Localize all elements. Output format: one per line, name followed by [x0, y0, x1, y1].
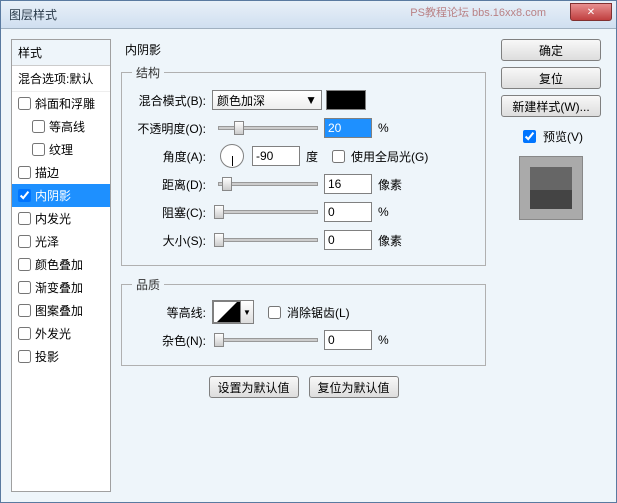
distance-slider[interactable] [218, 182, 318, 186]
style-item-5[interactable]: 内发光 [12, 207, 110, 230]
new-style-button[interactable]: 新建样式(W)... [501, 95, 601, 117]
opacity-slider[interactable] [218, 126, 318, 130]
choke-slider[interactable] [218, 210, 318, 214]
style-item-9[interactable]: 图案叠加 [12, 299, 110, 322]
contour-label: 等高线: [132, 304, 212, 321]
choke-unit: % [378, 205, 389, 219]
chevron-down-icon: ▼ [305, 93, 317, 107]
style-label: 纹理 [49, 141, 73, 158]
style-item-10[interactable]: 外发光 [12, 322, 110, 345]
style-checkbox[interactable] [18, 327, 31, 340]
angle-unit: 度 [306, 148, 318, 165]
chevron-down-icon: ▼ [241, 301, 253, 323]
settings-panel: 内阴影 结构 混合模式(B): 颜色加深 ▼ 不透明度(O): % [121, 39, 486, 492]
cancel-button[interactable]: 复位 [501, 67, 601, 89]
preview-checkbox[interactable]: 预览(V) [519, 127, 583, 146]
opacity-label: 不透明度(O): [132, 120, 212, 137]
contour-swatch [213, 301, 241, 323]
structure-legend: 结构 [132, 64, 164, 81]
style-checkbox[interactable] [18, 212, 31, 225]
color-swatch[interactable] [326, 90, 366, 110]
distance-label: 距离(D): [132, 176, 212, 193]
style-checkbox[interactable] [32, 143, 45, 156]
distance-input[interactable] [324, 174, 372, 194]
style-label: 内发光 [35, 210, 71, 227]
style-label: 斜面和浮雕 [35, 95, 95, 112]
style-label: 投影 [35, 348, 59, 365]
choke-label: 阻塞(C): [132, 204, 212, 221]
noise-input[interactable] [324, 330, 372, 350]
style-checkbox[interactable] [18, 189, 31, 202]
style-item-1[interactable]: 等高线 [12, 115, 110, 138]
style-checkbox[interactable] [32, 120, 45, 133]
style-label: 描边 [35, 164, 59, 181]
size-slider[interactable] [218, 238, 318, 242]
quality-legend: 品质 [132, 276, 164, 293]
style-checkbox[interactable] [18, 97, 31, 110]
size-input[interactable] [324, 230, 372, 250]
style-label: 颜色叠加 [35, 256, 83, 273]
style-item-11[interactable]: 投影 [12, 345, 110, 368]
global-light-checkbox[interactable]: 使用全局光(G) [328, 147, 428, 166]
blend-mode-value: 颜色加深 [217, 92, 265, 109]
noise-label: 杂色(N): [132, 332, 212, 349]
watermark-text: PS教程论坛 bbs.16xx8.com [410, 4, 546, 20]
antialias-checkbox[interactable]: 消除锯齿(L) [264, 303, 350, 322]
style-item-6[interactable]: 光泽 [12, 230, 110, 253]
opacity-unit: % [378, 121, 389, 135]
noise-unit: % [378, 333, 389, 347]
angle-label: 角度(A): [132, 148, 212, 165]
dialog-body: 样式 混合选项:默认 斜面和浮雕等高线纹理描边内阴影内发光光泽颜色叠加渐变叠加图… [1, 29, 616, 502]
noise-slider[interactable] [218, 338, 318, 342]
blend-options-item[interactable]: 混合选项:默认 [12, 66, 110, 92]
right-panel: 确定 复位 新建样式(W)... 预览(V) [496, 39, 606, 492]
styles-list: 样式 混合选项:默认 斜面和浮雕等高线纹理描边内阴影内发光光泽颜色叠加渐变叠加图… [11, 39, 111, 492]
make-default-button[interactable]: 设置为默认值 [209, 376, 299, 398]
distance-unit: 像素 [378, 176, 402, 193]
angle-input[interactable] [252, 146, 300, 166]
style-label: 光泽 [35, 233, 59, 250]
preview-thumbnail [530, 167, 572, 209]
style-item-8[interactable]: 渐变叠加 [12, 276, 110, 299]
layer-style-dialog: 图层样式 PS教程论坛 bbs.16xx8.com ✕ 样式 混合选项:默认 斜… [0, 0, 617, 503]
style-checkbox[interactable] [18, 304, 31, 317]
ok-button[interactable]: 确定 [501, 39, 601, 61]
preview-box [519, 156, 583, 220]
style-checkbox[interactable] [18, 235, 31, 248]
style-checkbox[interactable] [18, 166, 31, 179]
quality-group: 品质 等高线: ▼ 消除锯齿(L) 杂色(N): [121, 276, 486, 366]
size-label: 大小(S): [132, 232, 212, 249]
style-item-2[interactable]: 纹理 [12, 138, 110, 161]
reset-default-button[interactable]: 复位为默认值 [309, 376, 399, 398]
blend-mode-label: 混合模式(B): [132, 92, 212, 109]
style-item-3[interactable]: 描边 [12, 161, 110, 184]
style-checkbox[interactable] [18, 350, 31, 363]
titlebar: 图层样式 PS教程论坛 bbs.16xx8.com ✕ [1, 1, 616, 29]
style-label: 等高线 [49, 118, 85, 135]
style-item-4[interactable]: 内阴影 [12, 184, 110, 207]
style-item-0[interactable]: 斜面和浮雕 [12, 92, 110, 115]
style-checkbox[interactable] [18, 281, 31, 294]
style-item-7[interactable]: 颜色叠加 [12, 253, 110, 276]
size-unit: 像素 [378, 232, 402, 249]
blend-mode-select[interactable]: 颜色加深 ▼ [212, 90, 322, 110]
structure-group: 结构 混合模式(B): 颜色加深 ▼ 不透明度(O): % 角度( [121, 64, 486, 266]
angle-control[interactable] [220, 144, 244, 168]
choke-input[interactable] [324, 202, 372, 222]
styles-header[interactable]: 样式 [12, 40, 110, 66]
style-checkbox[interactable] [18, 258, 31, 271]
opacity-input[interactable] [324, 118, 372, 138]
style-label: 图案叠加 [35, 302, 83, 319]
close-button[interactable]: ✕ [570, 3, 612, 21]
contour-picker[interactable]: ▼ [212, 300, 254, 324]
style-label: 渐变叠加 [35, 279, 83, 296]
style-label: 外发光 [35, 325, 71, 342]
panel-title: 内阴影 [121, 39, 486, 60]
style-label: 内阴影 [35, 187, 71, 204]
title-text: 图层样式 [9, 6, 57, 23]
